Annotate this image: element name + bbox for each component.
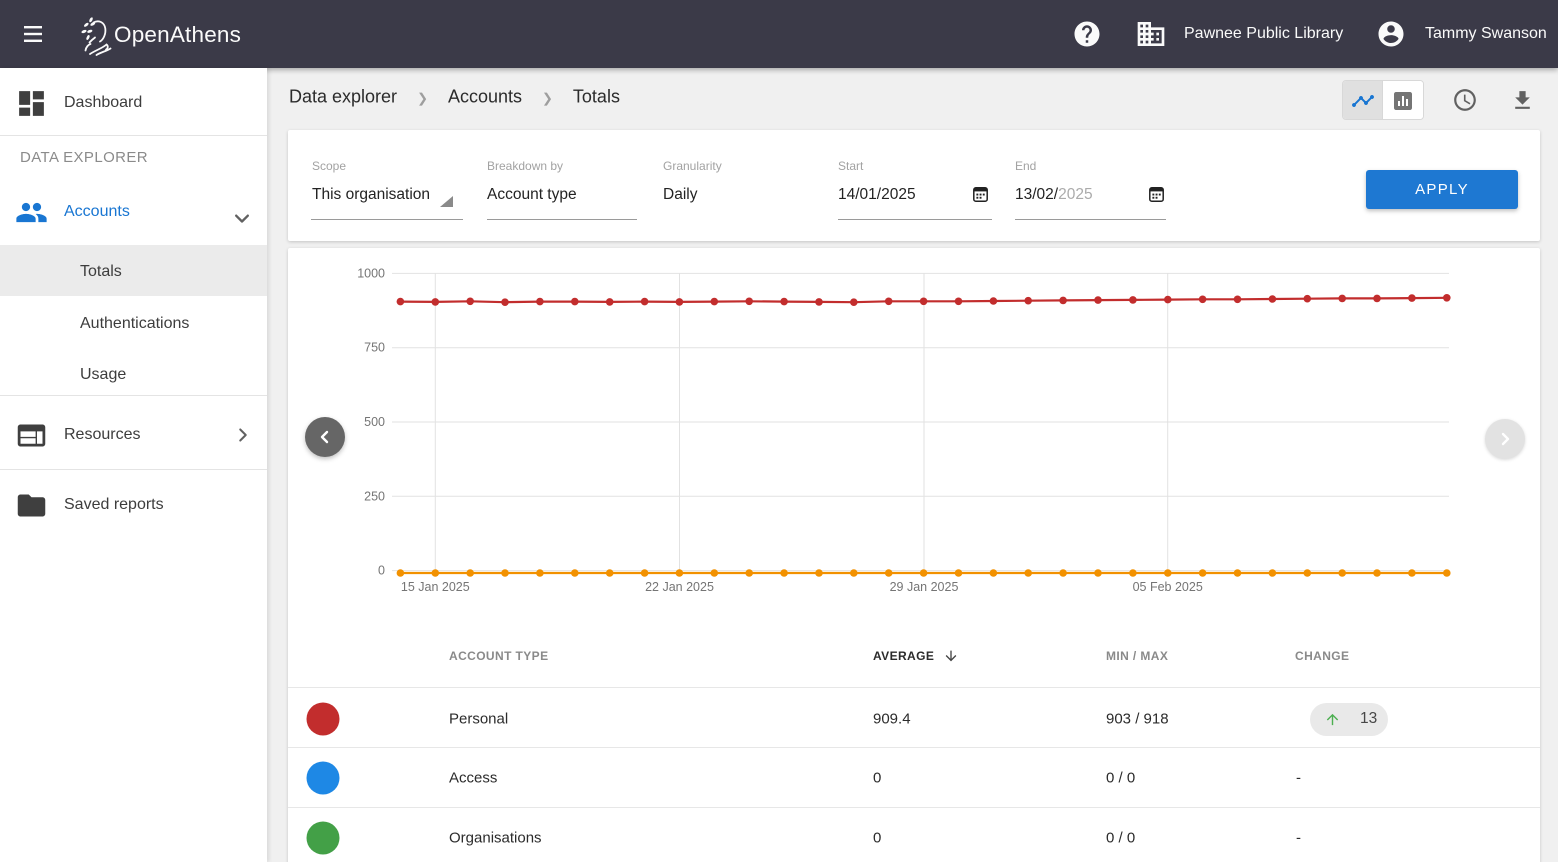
svg-text:0: 0 [378,564,385,578]
svg-text:22 Jan 2025: 22 Jan 2025 [645,580,714,594]
svg-text:250: 250 [364,489,385,503]
svg-text:15 Jan 2025: 15 Jan 2025 [401,580,470,594]
svg-text:1000: 1000 [357,266,385,280]
svg-text:29 Jan 2025: 29 Jan 2025 [890,580,959,594]
svg-text:500: 500 [364,415,385,429]
svg-text:05 Feb 2025: 05 Feb 2025 [1133,580,1203,594]
svg-text:750: 750 [364,341,385,355]
